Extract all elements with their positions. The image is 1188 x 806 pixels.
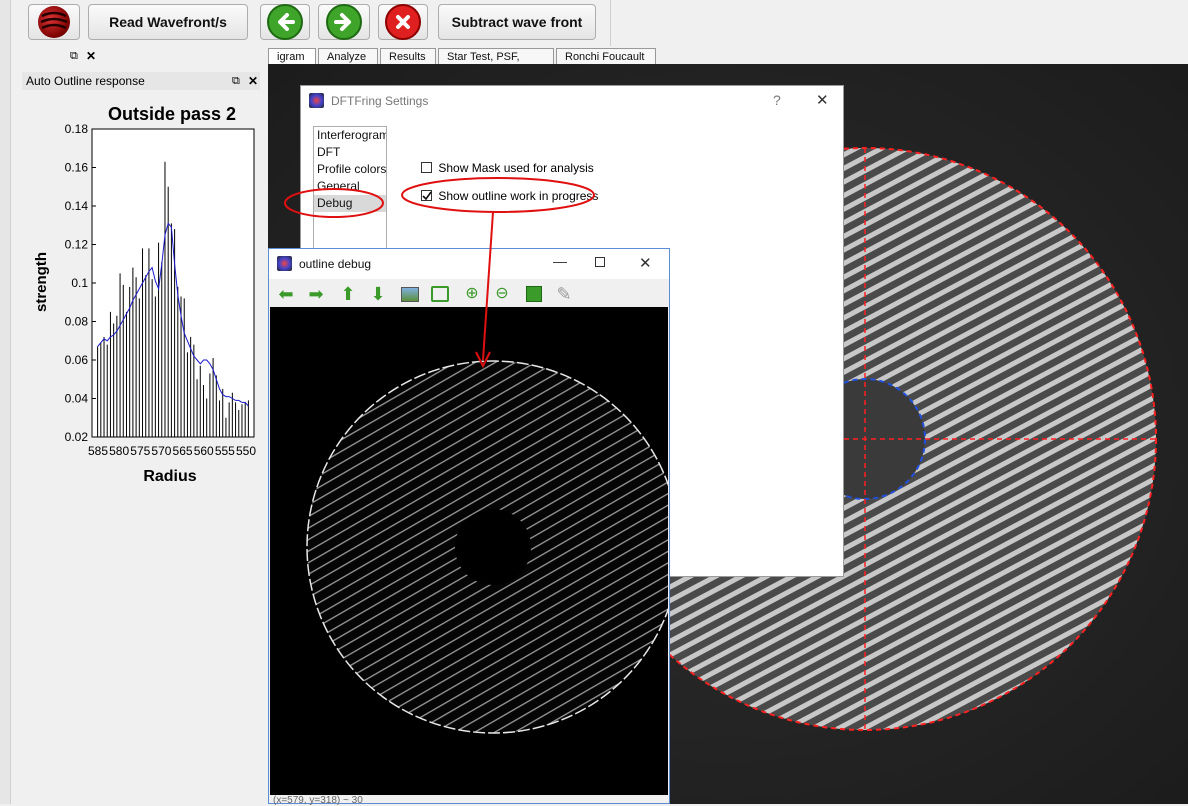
debug-toolbar: ⬅ ➡ ⬆ ⬇ ⊕ ⊖ ✎	[269, 279, 669, 307]
show-mask-option[interactable]: Show Mask used for analysis	[421, 160, 594, 175]
subtract-wavefront-button[interactable]: Subtract wave front	[438, 4, 596, 40]
maximize-button[interactable]	[595, 257, 605, 267]
tab-igram-label: igram	[277, 51, 305, 63]
zoom-in-icon[interactable]: ⊕	[461, 283, 483, 305]
tab-analyze[interactable]: Analyze	[318, 48, 378, 64]
debug-titlebar: outline debug — ✕	[269, 249, 669, 279]
outline-response-chart: Outside pass 2 strength Radius 0.180.160…	[33, 104, 256, 485]
toolbar-separator	[610, 0, 611, 46]
dock-float-icon-2[interactable]: ⧉	[232, 72, 240, 90]
x-tick-label: 560	[194, 444, 214, 458]
dock-close-icon-2[interactable]: ✕	[248, 72, 258, 90]
x-axis-label: Radius	[143, 468, 196, 485]
tab-igram[interactable]: igram	[268, 48, 316, 64]
x-tick-label: 575	[130, 444, 150, 458]
arrow-left-icon[interactable]: ⬅	[275, 283, 297, 305]
fringe-icon	[38, 6, 70, 38]
edge-obstruction	[455, 509, 531, 585]
x-tick-label: 565	[173, 444, 193, 458]
show-mask-checkbox[interactable]	[421, 162, 432, 174]
main-toolbar: Read Wavefront/s Subtract wave front	[0, 0, 1188, 804]
x-icon	[385, 4, 421, 40]
image-icon[interactable]	[399, 283, 421, 305]
chart-title: Outside pass 2	[108, 104, 236, 124]
save-icon[interactable]	[523, 283, 545, 305]
debug-status-text: (x=579, y=318) ~ 30	[273, 795, 363, 806]
y-tick-label: 0.16	[65, 161, 89, 175]
next-button[interactable]	[318, 4, 370, 40]
y-tick-label: 0.02	[65, 430, 89, 444]
read-wavefront-label: Read Wavefront/s	[109, 14, 227, 30]
plot-area	[91, 128, 255, 438]
show-outline-checkbox[interactable]	[421, 190, 432, 202]
outline-debug-window: outline debug — ✕ ⬅ ➡ ⬆ ⬇ ⊕ ⊖ ✎ (x=579, …	[268, 248, 670, 806]
previous-button[interactable]	[260, 4, 310, 40]
show-outline-option[interactable]: Show outline work in progress	[421, 188, 598, 203]
y-tick-label: 0.06	[65, 353, 89, 367]
list-item-general[interactable]: General	[314, 178, 386, 195]
subtract-wavefront-label: Subtract wave front	[451, 14, 583, 30]
zoom-out-icon[interactable]: ⊖	[491, 283, 513, 305]
list-item-debug[interactable]: Debug	[314, 195, 386, 212]
tab-ronchi-label: Ronchi Foucault	[565, 51, 645, 63]
delete-button[interactable]	[378, 4, 428, 40]
y-tick-label: 0.08	[65, 315, 89, 329]
tab-results[interactable]: Results	[380, 48, 436, 64]
dock-header-strip: ⧉ ✕	[20, 48, 266, 66]
brush-icon[interactable]: ✎	[553, 283, 575, 305]
app-icon	[277, 256, 292, 271]
load-igram-button[interactable]	[28, 4, 80, 40]
list-item-interferogram[interactable]: Interferogram	[314, 127, 386, 144]
left-gutter	[0, 0, 11, 804]
y-tick-label: 0.14	[65, 199, 89, 213]
x-tick-label: 585	[88, 444, 108, 458]
zoom-fit-icon[interactable]	[429, 283, 451, 305]
tab-results-label: Results	[389, 51, 426, 63]
tab-analyze-label: Analyze	[327, 51, 367, 63]
settings-titlebar: DFTFring Settings ? ✕	[301, 86, 843, 116]
app-icon	[309, 93, 324, 108]
debug-image[interactable]	[270, 307, 668, 795]
help-button[interactable]: ?	[773, 92, 781, 108]
x-tick-label: 555	[215, 444, 235, 458]
dock-close-icon[interactable]: ✕	[86, 49, 96, 63]
y-axis-label: strength	[33, 252, 50, 312]
settings-title-text: DFTFring Settings	[331, 94, 429, 108]
tab-star-test[interactable]: Star Test, PSF, MTF	[438, 48, 554, 79]
read-wavefront-button[interactable]: Read Wavefront/s	[88, 4, 248, 40]
arrow-right-icon	[326, 4, 362, 40]
list-item-profile-colors[interactable]: Profile colors	[314, 161, 386, 178]
dock-title-text: Auto Outline response	[26, 74, 145, 88]
minimize-button[interactable]: —	[553, 253, 567, 269]
edge-detect-image	[270, 307, 668, 795]
y-ticks: 0.18 0.16 0.14 0.12 0.1 0.08 0.06 0.04 0.02	[65, 122, 96, 444]
x-tick-label: 570	[151, 444, 171, 458]
settings-close-button[interactable]: ✕	[816, 91, 829, 109]
debug-close-button[interactable]: ✕	[639, 254, 652, 272]
arrow-left-icon	[267, 4, 303, 40]
list-item-dft[interactable]: DFT	[314, 144, 386, 161]
dock-float-icon[interactable]: ⧉	[70, 50, 78, 63]
show-mask-label: Show Mask used for analysis	[438, 160, 594, 175]
y-tick-label: 0.1	[71, 276, 88, 290]
arrow-up-icon[interactable]: ⬆	[337, 283, 359, 305]
y-tick-label: 0.12	[65, 238, 89, 252]
show-outline-label: Show outline work in progress	[438, 188, 599, 203]
dock-title: Auto Outline response ⧉ ✕	[22, 72, 260, 90]
x-tick-label: 580	[109, 444, 129, 458]
x-tick-label: 550	[236, 444, 256, 458]
arrow-right-icon[interactable]: ➡	[305, 283, 327, 305]
debug-title-text: outline debug	[299, 257, 372, 271]
checkmark-icon	[422, 191, 432, 201]
y-tick-label: 0.04	[65, 392, 89, 406]
x-ticks: 585 580 575 570 565 560 555 550	[88, 444, 256, 458]
tab-ronchi-foucault[interactable]: Ronchi Foucault	[556, 48, 656, 64]
arrow-down-icon[interactable]: ⬇	[367, 283, 389, 305]
y-tick-label: 0.18	[65, 122, 89, 136]
